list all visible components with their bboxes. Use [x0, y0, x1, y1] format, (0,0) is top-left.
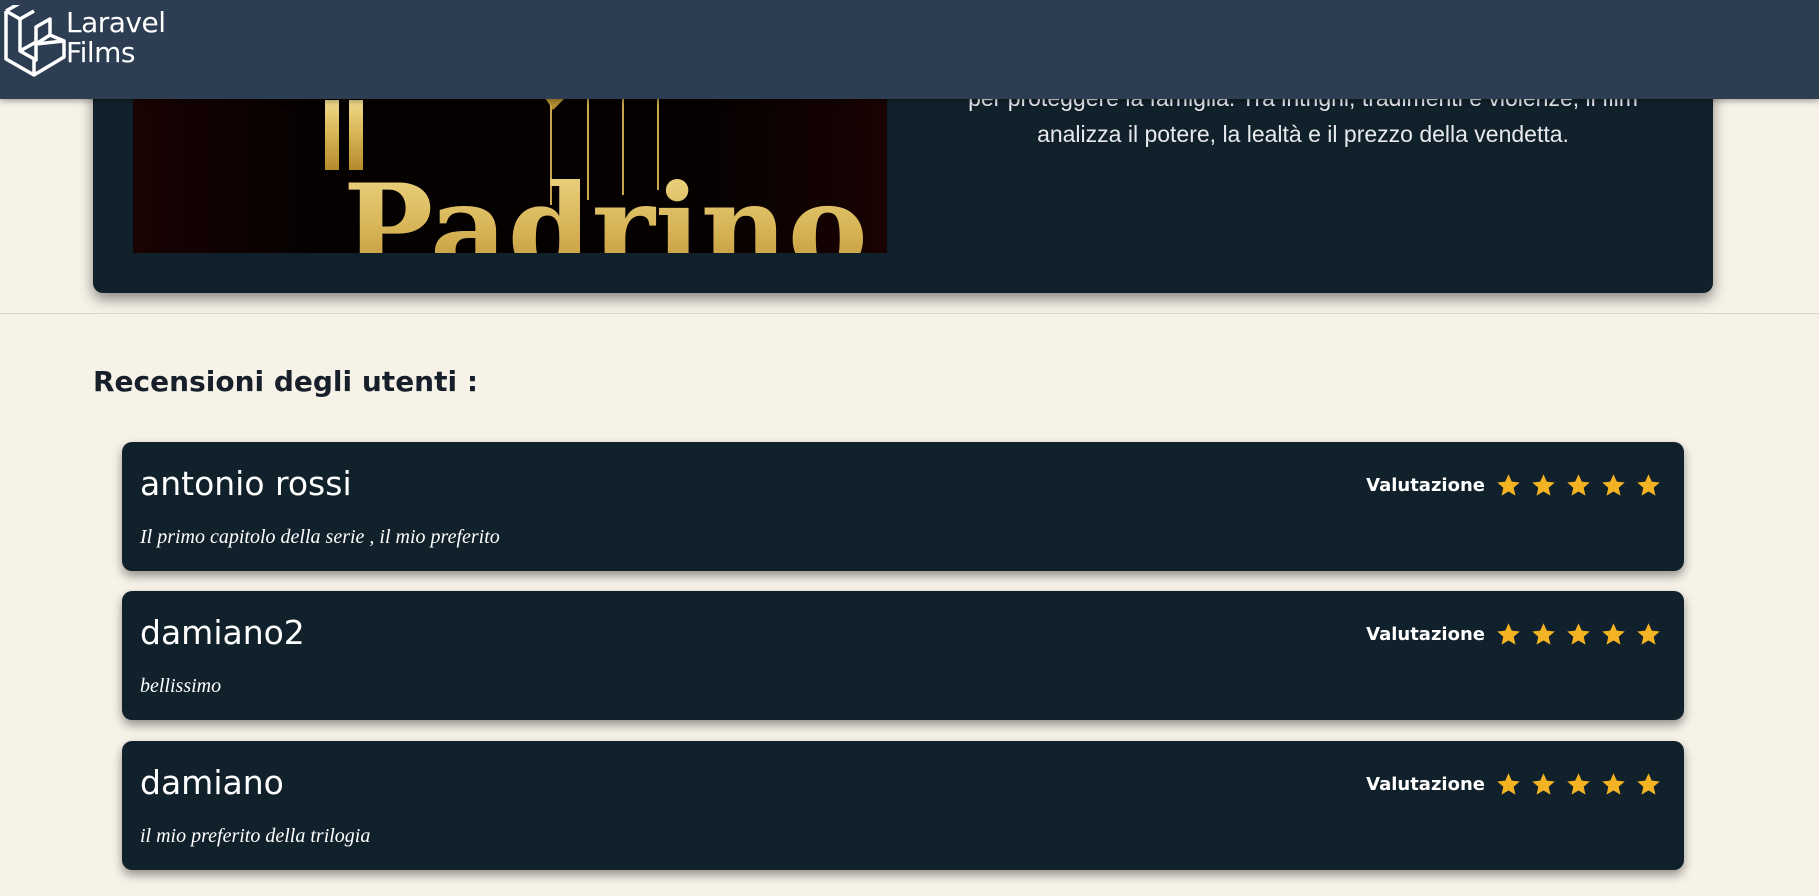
brand-line-1: Laravel [66, 6, 166, 39]
synopsis-line-2: analizza il potere, la lealtà e il prezz… [1037, 121, 1569, 147]
review-rating: Valutazione [1366, 621, 1662, 648]
star-icon [1567, 623, 1590, 645]
rating-label: Valutazione [1366, 475, 1485, 496]
review-comment: bellissimo [140, 675, 222, 697]
svg-text:Padrino: Padrino [343, 158, 868, 253]
review-rating: Valutazione [1366, 472, 1662, 499]
star-icon [1637, 623, 1660, 645]
brand-link[interactable]: Laravel Films [2, 5, 166, 77]
star-icon [1497, 623, 1520, 645]
star-icon [1602, 623, 1625, 645]
star-icon [1637, 474, 1660, 496]
rating-label: Valutazione [1366, 774, 1485, 795]
star-icon [1532, 773, 1555, 795]
star-icon [1637, 773, 1660, 795]
review-rating: Valutazione [1366, 771, 1662, 798]
review-comment: il mio preferito della trilogia [140, 825, 371, 847]
brand-line-2: Films [66, 36, 135, 69]
star-icon [1497, 474, 1520, 496]
reviews-list: antonio rossi Valutazione Il primo capit… [93, 410, 1713, 896]
star-icon [1602, 773, 1625, 795]
star-icon [1567, 773, 1590, 795]
section-divider [0, 313, 1819, 314]
review-author: damiano [140, 763, 284, 802]
review-card: antonio rossi Valutazione Il primo capit… [122, 442, 1684, 571]
brand-name: Laravel Films [66, 8, 166, 68]
star-icon [1567, 474, 1590, 496]
review-comment: Il primo capitolo della serie , il mio p… [140, 526, 500, 548]
navbar: Laravel Films [0, 0, 1819, 99]
review-card: damiano2 Valutazione bellissimo [122, 591, 1684, 720]
star-icon [1532, 474, 1555, 496]
review-author: damiano2 [140, 613, 305, 652]
reviews-heading: Recensioni degli utenti : [93, 365, 479, 398]
star-icon [1497, 773, 1520, 795]
star-icon [1602, 474, 1625, 496]
review-author: antonio rossi [140, 464, 352, 503]
star-icon [1532, 623, 1555, 645]
review-card: damiano Valutazione il mio preferito del… [122, 741, 1684, 870]
laravel-cube-icon [4, 5, 66, 77]
rating-label: Valutazione [1366, 624, 1485, 645]
